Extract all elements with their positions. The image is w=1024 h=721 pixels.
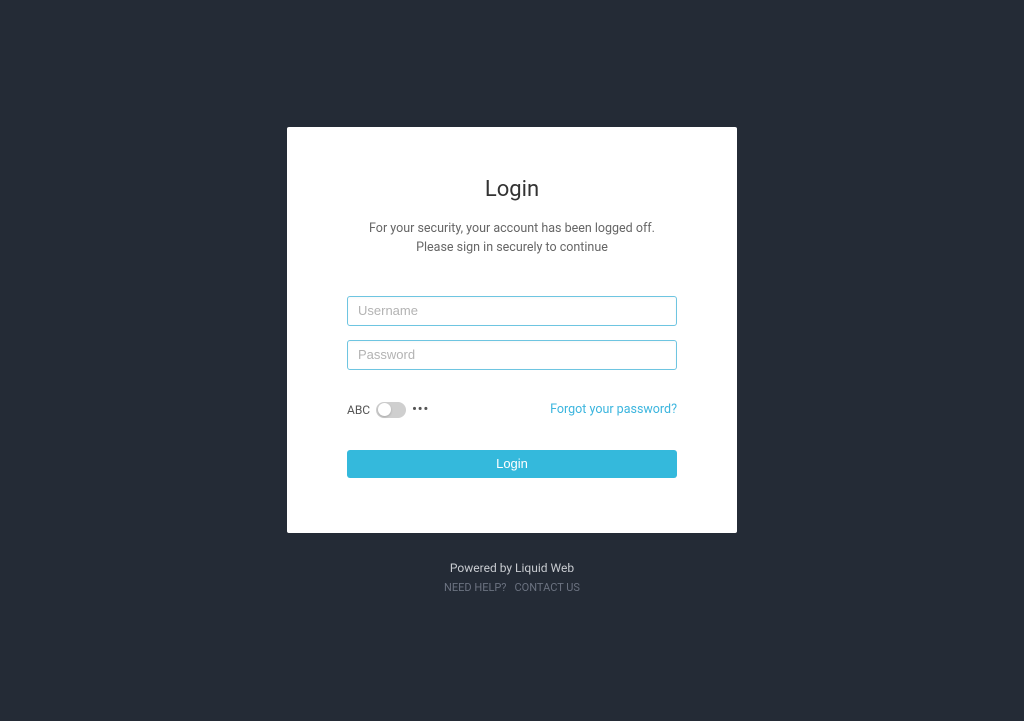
abc-toggle[interactable] xyxy=(376,402,406,418)
need-help-link[interactable]: NEED HELP? xyxy=(444,581,506,594)
subtitle-line-2: Please sign in securely to continue xyxy=(347,239,677,258)
login-title: Login xyxy=(347,177,677,202)
contact-us-link[interactable]: CONTACT US xyxy=(515,581,580,594)
footer-links: NEED HELP? CONTACT US xyxy=(444,581,580,594)
login-card: Login For your security, your account ha… xyxy=(287,127,737,533)
abc-label: ABC xyxy=(347,403,370,417)
forgot-password-link[interactable]: Forgot your password? xyxy=(550,402,677,417)
login-subtitle: For your security, your account has been… xyxy=(347,220,677,258)
footer: Powered by Liquid Web NEED HELP? CONTACT… xyxy=(444,561,580,594)
options-row: ABC ••• Forgot your password? xyxy=(347,402,677,418)
username-input[interactable] xyxy=(347,296,677,326)
powered-by-text: Powered by Liquid Web xyxy=(444,561,580,575)
abc-toggle-group: ABC ••• xyxy=(347,402,429,418)
login-button[interactable]: Login xyxy=(347,450,677,478)
password-dots-icon: ••• xyxy=(412,402,429,417)
subtitle-line-1: For your security, your account has been… xyxy=(347,220,677,239)
toggle-knob-icon xyxy=(378,403,391,416)
password-input[interactable] xyxy=(347,340,677,370)
